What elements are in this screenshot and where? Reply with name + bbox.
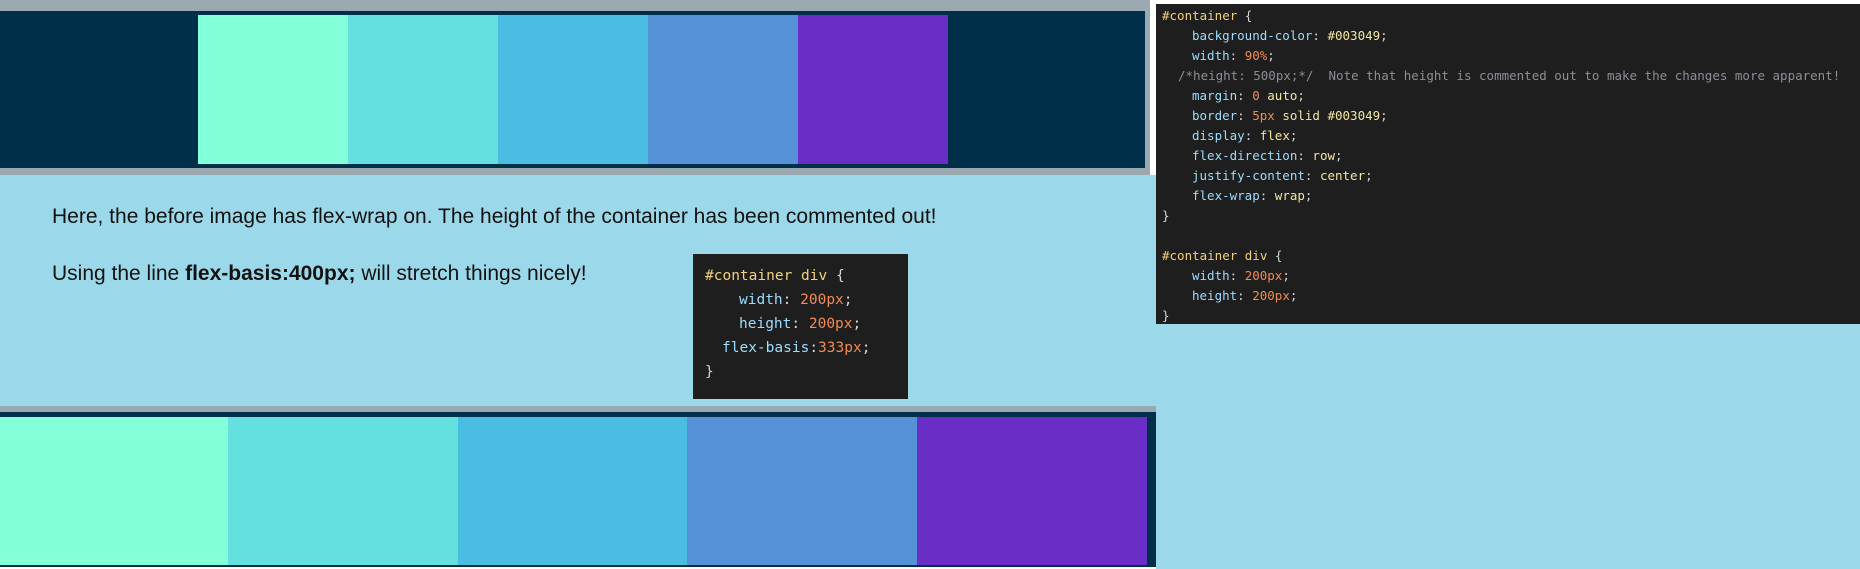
explanation-line-1: Here, the before image has flex-wrap on.… <box>52 205 937 228</box>
snippet-width-prop: width <box>739 292 783 308</box>
code-justify-val: center <box>1319 168 1366 183</box>
before-box-2 <box>348 15 498 164</box>
code-display-val: flex <box>1259 128 1290 143</box>
code-close-2: } <box>1162 308 1170 323</box>
css-code-panel: #container { background-color: #003049; … <box>1156 4 1860 324</box>
code-wrap-prop: flex-wrap <box>1192 188 1260 203</box>
snippet-basis-val: 333px <box>818 340 862 356</box>
snippet-line-basis: flex-basis:333px; <box>722 340 871 356</box>
code-border-prop: border <box>1192 108 1238 123</box>
code-line-comment: /*height: 500px;*/ Note that height is c… <box>1178 68 1841 83</box>
explanation-line-2-suffix: will stretch things nicely! <box>355 262 587 285</box>
code-line-div-height: height: 200px; <box>1192 288 1298 303</box>
code-div-width-prop: width <box>1192 268 1230 283</box>
code-snippet: #container div { width: 200px; height: 2… <box>693 254 908 399</box>
explanation-line-2-prefix: Using the line <box>52 262 186 285</box>
code-margin-rest: auto <box>1267 88 1298 103</box>
after-box-4 <box>687 417 917 565</box>
after-box-3 <box>458 417 687 565</box>
code-line-width: width: 90%; <box>1192 48 1275 63</box>
code-bg-val: #003049 <box>1327 28 1381 43</box>
before-flex-container <box>0 11 1145 168</box>
before-box-3 <box>498 15 648 164</box>
code-line-margin: margin: 0 auto; <box>1192 88 1305 103</box>
code-line-wrap: flex-wrap: wrap; <box>1192 188 1313 203</box>
code-margin-num: 0 <box>1252 88 1260 103</box>
after-box-2 <box>228 417 458 565</box>
code-margin-prop: margin <box>1192 88 1238 103</box>
code-display-prop: display <box>1192 128 1245 143</box>
code-line-display: display: flex; <box>1192 128 1298 143</box>
snippet-close-brace: } <box>705 364 714 380</box>
code-div-height-val: 200px <box>1252 288 1290 303</box>
snippet-line-width: width: 200px; <box>739 292 853 308</box>
code-div-width-val: 200px <box>1244 268 1283 283</box>
code-width-val: 90% <box>1244 48 1268 63</box>
code-line-selector-1: #container { <box>1162 8 1252 23</box>
code-line-selector-2: #container div { <box>1162 248 1282 263</box>
after-flex-container <box>0 412 1156 569</box>
code-width-prop: width <box>1192 48 1230 63</box>
code-direction-val: row <box>1312 148 1335 163</box>
code-line-bg: background-color: #003049; <box>1192 28 1388 43</box>
snippet-width-val: 200px <box>800 292 844 308</box>
code-selector-1: #container <box>1162 8 1238 23</box>
snippet-selector: #container div <box>705 268 828 284</box>
snippet-basis-prop: flex-basis <box>722 340 810 356</box>
code-line-direction: flex-direction: row; <box>1192 148 1343 163</box>
before-box-1 <box>198 15 348 164</box>
code-div-height-prop: height <box>1192 288 1238 303</box>
snippet-line-height: height: 200px; <box>739 316 862 332</box>
code-wrap-val: wrap <box>1274 188 1305 203</box>
explanation-line-2-bold: flex-basis:400px; <box>185 262 356 285</box>
code-line-justify: justify-content: center; <box>1192 168 1373 183</box>
before-box-4 <box>648 15 798 164</box>
code-close-1: } <box>1162 208 1170 223</box>
after-box-1 <box>0 417 228 565</box>
snippet-height-prop: height <box>739 316 792 332</box>
explanation-line-2: Using the line flex-basis:400px; will st… <box>52 262 587 286</box>
code-border-num: 5px <box>1252 108 1275 123</box>
code-border-rest: solid #003049 <box>1282 108 1381 123</box>
before-box-5 <box>798 15 948 164</box>
code-line-div-width: width: 200px; <box>1192 268 1290 283</box>
after-box-5 <box>917 417 1147 565</box>
code-justify-prop: justify-content <box>1192 168 1305 183</box>
snippet-open-brace: { <box>827 268 845 284</box>
code-bg-prop: background-color <box>1192 28 1313 43</box>
right-background <box>1156 324 1860 569</box>
snippet-line-selector: #container div { <box>705 268 845 284</box>
code-direction-prop: flex-direction <box>1192 148 1298 163</box>
code-open-2: { <box>1267 248 1283 263</box>
code-selector-2: #container div <box>1162 248 1268 263</box>
code-open-1: { <box>1237 8 1253 23</box>
code-line-border: border: 5px solid #003049; <box>1192 108 1388 123</box>
snippet-height-val: 200px <box>808 316 853 332</box>
